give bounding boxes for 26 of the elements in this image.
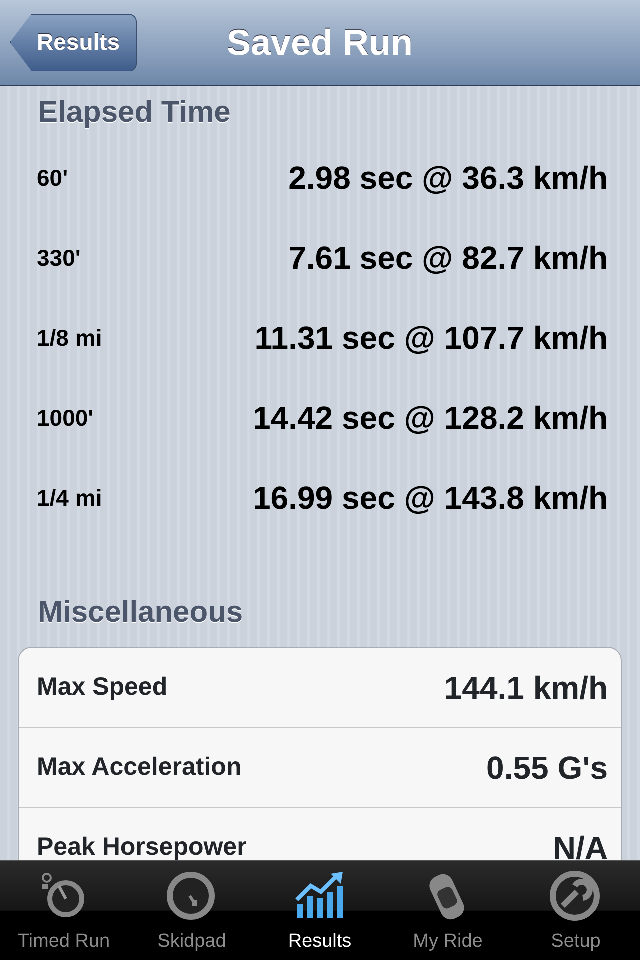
tab-bar-item[interactable]: My Ride: [384, 861, 512, 960]
row-value: 11.31 sec @ 107.7 km/h: [254, 319, 608, 358]
row-label: Peak Horsepower: [37, 832, 247, 860]
row-label: 1/4 mi: [37, 484, 102, 513]
row-value: N/A: [552, 828, 608, 860]
tab-bar-item[interactable]: Skidpad: [128, 861, 256, 960]
nav-title: Saved Run: [226, 22, 414, 62]
row-value: 16.99 sec @ 143.8 km/h: [253, 479, 608, 518]
tab-bar-item[interactable]: Timed Run: [0, 861, 128, 960]
section-header: Miscellaneous: [37, 595, 244, 631]
row-value: 0.55 G's: [486, 748, 608, 788]
row-value: 2.98 sec @ 36.3 km/h: [288, 159, 608, 198]
wrench-icon: [549, 870, 603, 924]
tab-bar-item[interactable]: Results: [256, 861, 384, 960]
row-value: 7.61 sec @ 82.7 km/h: [288, 239, 608, 278]
section-header: Elapsed Time: [37, 95, 232, 131]
row-label: Max Acceleration: [37, 752, 242, 783]
back-button[interactable]: Results: [10, 14, 138, 72]
row-label: 1000': [37, 404, 94, 433]
row-value: 14.42 sec @ 128.2 km/h: [253, 399, 608, 438]
tab-bar-item[interactable]: Setup: [512, 861, 640, 960]
row-label: 330': [37, 244, 81, 273]
row-value: 144.1 km/h: [444, 668, 608, 708]
row-label: 60': [37, 164, 68, 193]
row-label: Max Speed: [37, 672, 168, 703]
row-label: 1/8 mi: [37, 324, 102, 353]
